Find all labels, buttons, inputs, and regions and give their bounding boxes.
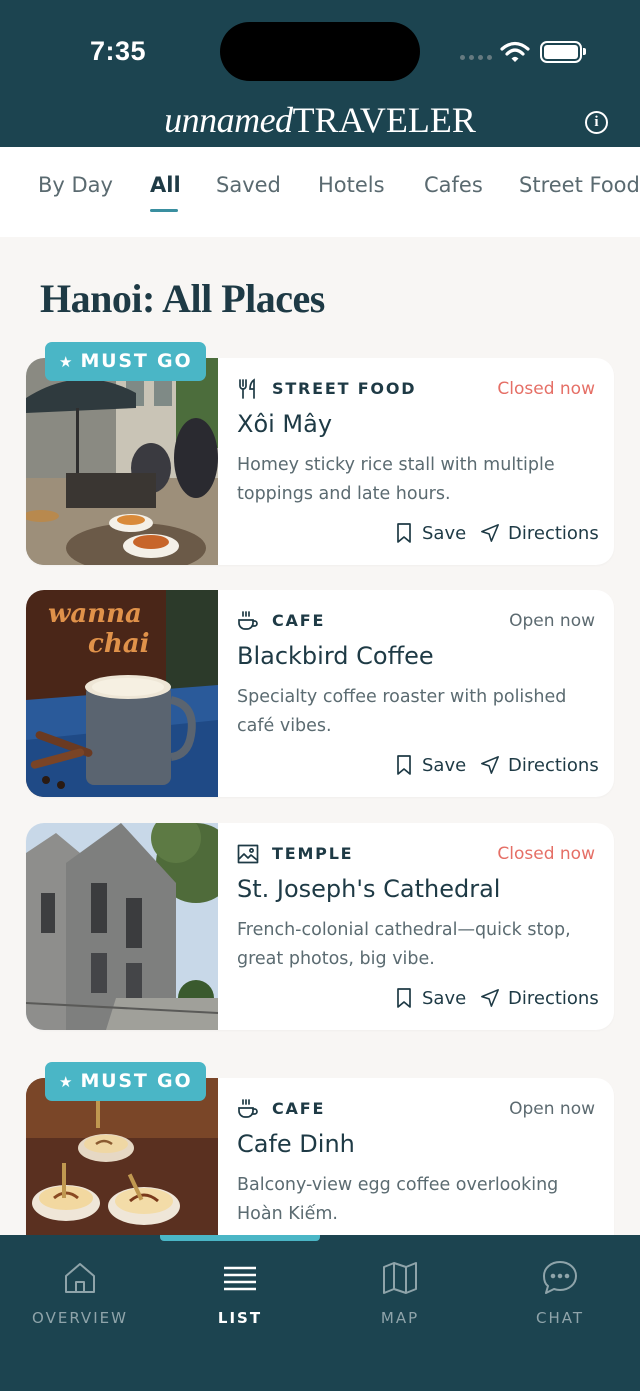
place-description: French-colonial cathedral—quick stop, gr… [237, 920, 571, 969]
category-label: TEMPLE [272, 844, 354, 863]
landscape-image-icon [237, 844, 259, 864]
star-icon: ★ [59, 1073, 73, 1091]
nav-map[interactable]: MAP [320, 1235, 480, 1345]
place-card[interactable]: ★ MUST GO STREET FOOD Closed now Xôi Mây … [26, 342, 614, 565]
star-icon: ★ [59, 353, 73, 371]
navigation-arrow-icon [481, 756, 499, 774]
place-photo [26, 823, 218, 1030]
navigation-arrow-icon [481, 524, 499, 542]
place-card[interactable]: TEMPLE Closed now St. Joseph's Cathedral… [26, 823, 614, 1030]
place-name: St. Joseph's Cathedral [237, 875, 501, 903]
wifi-icon [500, 41, 530, 62]
save-button[interactable]: Save [394, 985, 466, 1011]
status-time: 7:35 [90, 36, 147, 66]
battery-icon [540, 41, 586, 63]
category-label: STREET FOOD [272, 379, 417, 398]
directions-button[interactable]: Directions [480, 985, 599, 1011]
category-tabs: By Day All Saved Hotels Cafes Street Foo… [0, 147, 640, 237]
photo-sign-text: wanna [48, 599, 142, 629]
place-photo [26, 358, 218, 565]
place-name: Xôi Mây [237, 410, 333, 438]
photo-sign-text: chai [88, 629, 149, 659]
coffee-cup-icon [238, 611, 258, 630]
tab-all[interactable]: All [150, 173, 181, 197]
brand-logo: unnamedTRAVELER [164, 100, 476, 140]
map-icon [383, 1262, 417, 1294]
fork-knife-icon [239, 378, 255, 399]
bookmark-icon [397, 523, 411, 543]
tab-saved[interactable]: Saved [216, 173, 281, 197]
directions-button[interactable]: Directions [480, 520, 599, 546]
navigation-arrow-icon [481, 989, 499, 1007]
place-name: Blackbird Coffee [237, 642, 434, 670]
page-title: Hanoi: All Places [40, 276, 325, 321]
info-icon[interactable]: i [585, 111, 608, 134]
dynamic-island [220, 22, 420, 81]
nav-overview[interactable]: OVERVIEW [0, 1235, 160, 1345]
tab-street-food[interactable]: Street Food [519, 173, 640, 197]
bookmark-icon [397, 988, 411, 1008]
must-go-badge: ★ MUST GO [45, 342, 207, 381]
status-badge: Closed now [497, 844, 595, 864]
place-name: Cafe Dinh [237, 1130, 355, 1158]
place-description: Balcony-view egg coffee overlooking Hoàn… [237, 1175, 559, 1224]
list-icon [224, 1266, 256, 1291]
category-label: CAFE [272, 611, 326, 630]
place-card[interactable]: wanna chai CAFE Open now Blackbird Coffe… [26, 590, 614, 797]
app-header: 7:35 unnamedTRAVELER i [0, 0, 640, 147]
must-go-badge: ★ MUST GO [45, 1062, 207, 1101]
active-tab-indicator [150, 209, 178, 212]
place-description: Homey sticky rice stall with multiple to… [237, 455, 555, 504]
place-photo: wanna chai [26, 590, 218, 797]
status-badge: Open now [509, 611, 595, 631]
save-button[interactable]: Save [394, 520, 466, 546]
place-description: Specialty coffee roaster with polished c… [237, 687, 567, 736]
directions-button[interactable]: Directions [480, 752, 599, 778]
save-button[interactable]: Save [394, 752, 466, 778]
nav-chat[interactable]: CHAT [480, 1235, 640, 1345]
tab-by-day[interactable]: By Day [38, 173, 113, 197]
coffee-cup-icon [238, 1099, 258, 1118]
status-badge: Closed now [497, 379, 595, 399]
category-label: CAFE [272, 1099, 326, 1118]
cellular-signal-icon [460, 55, 492, 60]
bottom-nav: OVERVIEW LIST MAP CHAT [0, 1235, 640, 1391]
nav-list[interactable]: LIST [160, 1235, 320, 1345]
chat-bubble-icon [543, 1261, 577, 1294]
status-badge: Open now [509, 1099, 595, 1119]
tab-hotels[interactable]: Hotels [318, 173, 385, 197]
tab-cafes[interactable]: Cafes [424, 173, 483, 197]
home-icon [65, 1263, 95, 1293]
bookmark-icon [397, 755, 411, 775]
